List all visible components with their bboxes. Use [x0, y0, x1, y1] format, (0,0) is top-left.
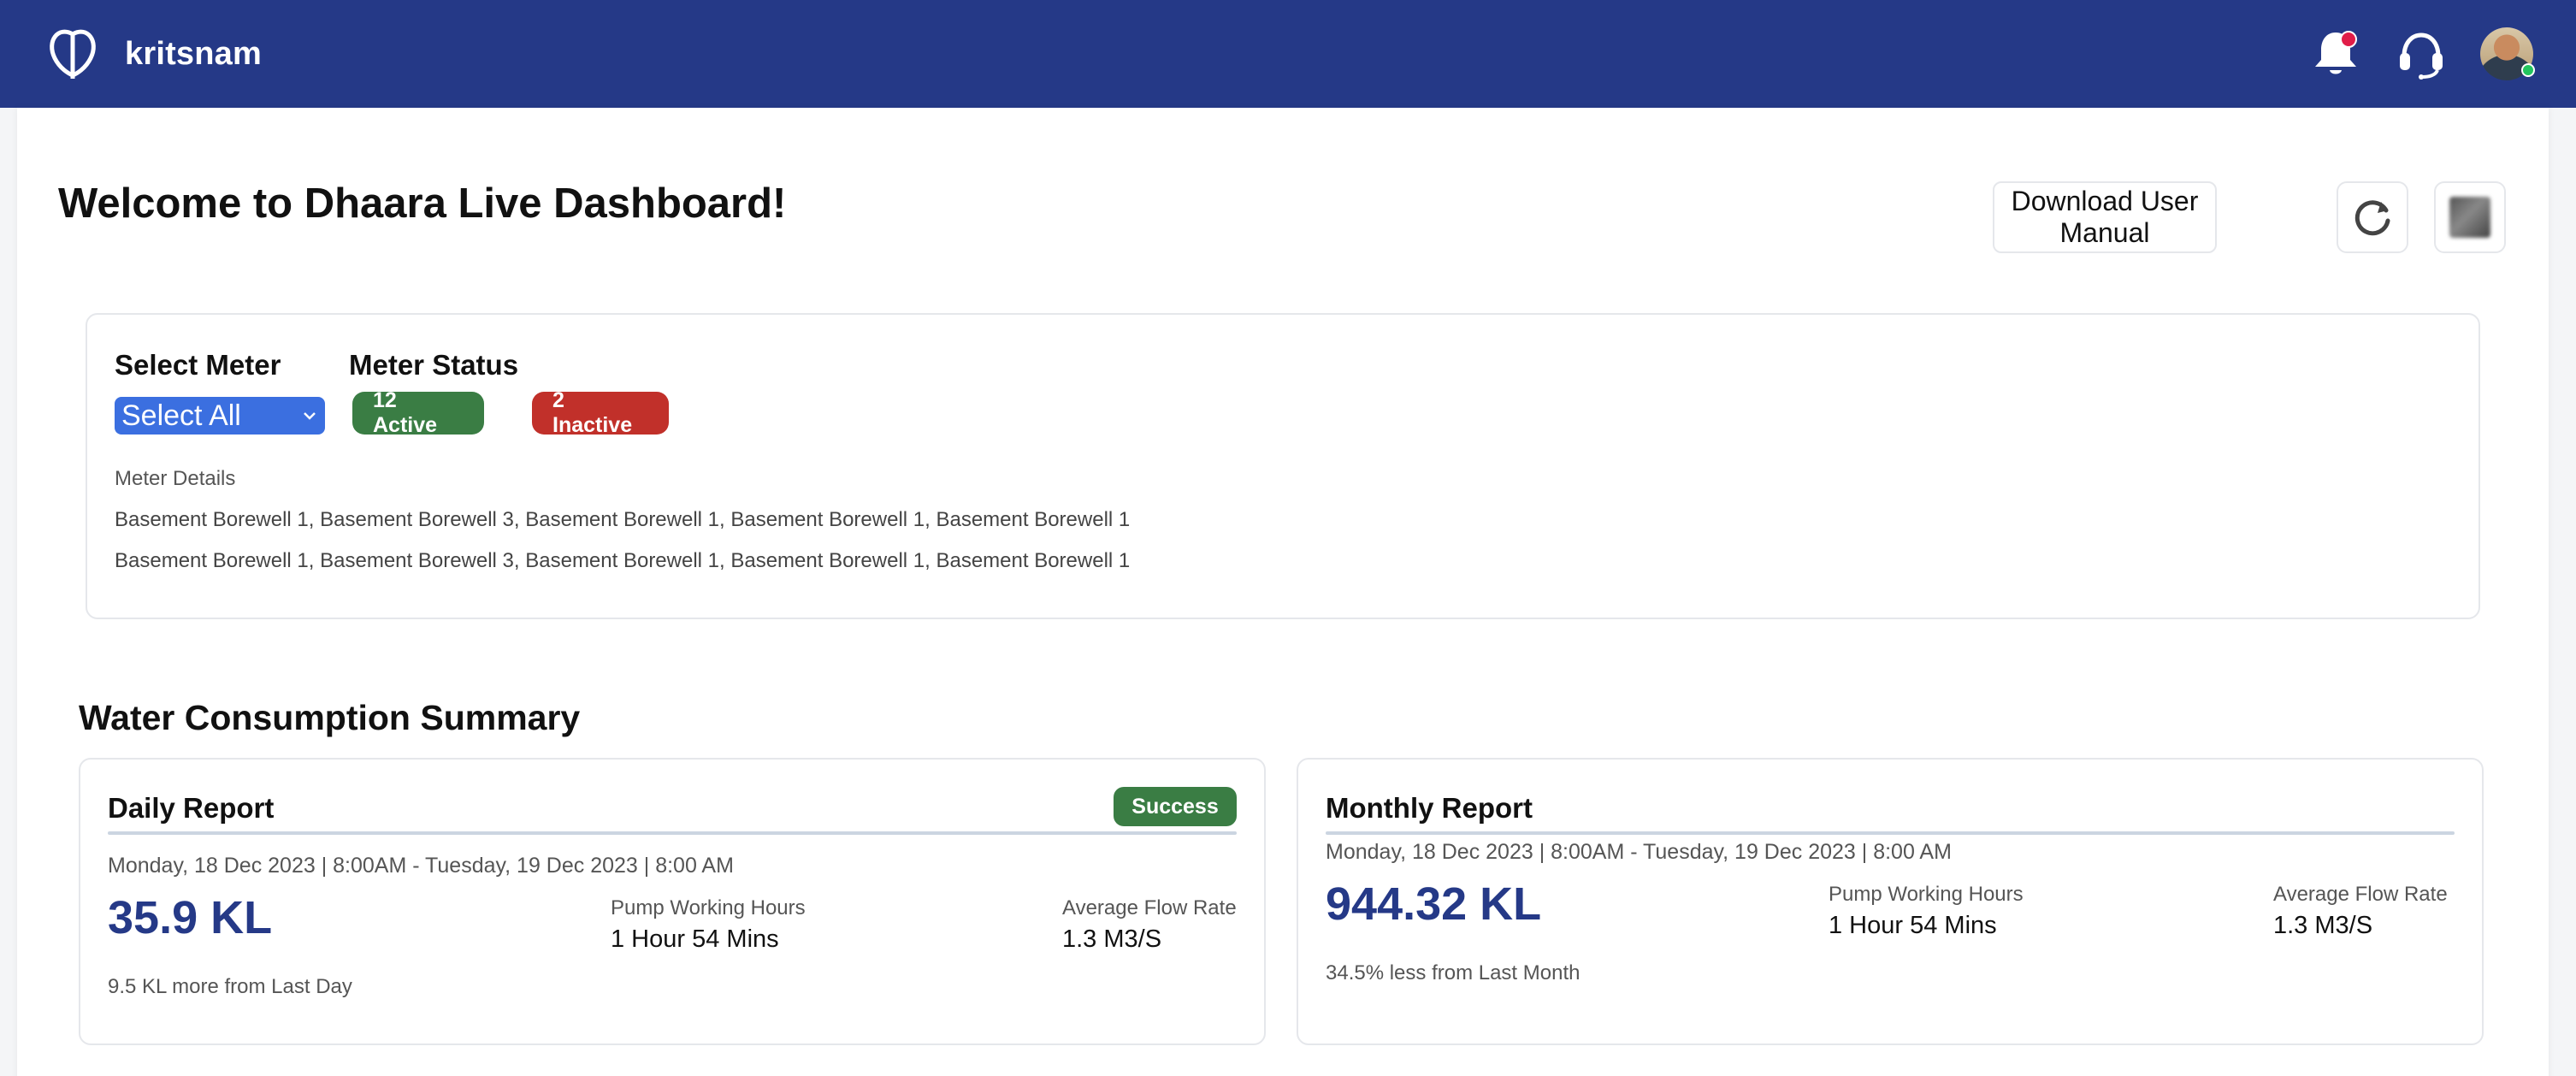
refresh-icon [2354, 200, 2390, 236]
daily-report-title: Daily Report [108, 792, 275, 824]
support-button[interactable] [2395, 27, 2448, 80]
average-flow-rate-label: Average Flow Rate [2273, 883, 2448, 906]
monthly-report-date: Monday, 18 Dec 2023 | 8:00AM - Tuesday, … [1326, 840, 1952, 864]
active-meters-badge[interactable]: 12 Active [352, 388, 484, 437]
meter-select-dropdown[interactable]: Select All [115, 397, 325, 435]
pump-working-hours-value: 1 Hour 54 Mins [611, 925, 779, 953]
brand[interactable]: kritsnam [43, 24, 262, 84]
select-meter-label: Select Meter [115, 349, 281, 381]
avatar[interactable] [2480, 27, 2535, 80]
top-actions [2309, 27, 2535, 80]
pump-working-hours-label: Pump Working Hours [611, 896, 806, 919]
daily-comparison-note: 9.5 KL more from Last Day [108, 975, 352, 998]
download-user-manual-button[interactable]: Download User Manual [1993, 181, 2217, 253]
meter-select-value: Select All [121, 399, 241, 432]
headset-support-icon [2400, 33, 2443, 80]
daily-consumption-value: 35.9 KL [108, 892, 273, 943]
average-flow-rate-value: 1.3 M3/S [2273, 912, 2373, 939]
monthly-consumption-value: 944.32 KL [1326, 878, 1542, 930]
daily-report-date: Monday, 18 Dec 2023 | 8:00AM - Tuesday, … [108, 854, 734, 878]
meter-details-line: Basement Borewell 1, Basement Borewell 3… [115, 508, 1131, 531]
brand-name: kritsnam [125, 35, 263, 72]
monthly-report-card: Monthly Report Monday, 18 Dec 2023 | 8:0… [1297, 758, 2484, 1045]
qr-code-icon [2449, 197, 2490, 238]
kritsnam-logo-icon [50, 29, 96, 79]
meter-details-label: Meter Details [115, 467, 236, 490]
water-consumption-summary-title: Water Consumption Summary [79, 698, 581, 737]
online-status-dot [2521, 63, 2535, 77]
top-bar: kritsnam [0, 0, 2576, 108]
notification-button[interactable] [2309, 27, 2362, 80]
meter-status-label: Meter Status [349, 349, 519, 381]
average-flow-rate-value: 1.3 M3/S [1062, 925, 1162, 953]
monthly-report-title: Monthly Report [1326, 792, 1533, 824]
average-flow-rate-label: Average Flow Rate [1062, 896, 1237, 919]
inactive-meters-badge[interactable]: 2 Inactive [532, 388, 669, 437]
daily-report-card: Daily Report Success Monday, 18 Dec 2023… [79, 758, 1266, 1045]
status-badge: Success [1114, 787, 1237, 826]
refresh-button[interactable] [2337, 181, 2408, 253]
qr-code-button[interactable] [2434, 181, 2506, 253]
notification-dot [2340, 31, 2357, 48]
chevron-down-icon [304, 412, 316, 420]
report-divider [1326, 831, 2455, 835]
page-title: Welcome to Dhaara Live Dashboard! [58, 180, 787, 227]
report-divider [108, 831, 1237, 835]
pump-working-hours-label: Pump Working Hours [1829, 883, 2024, 906]
pump-working-hours-value: 1 Hour 54 Mins [1829, 912, 1997, 939]
main-content: Welcome to Dhaara Live Dashboard! Downlo… [17, 108, 2549, 1076]
meter-details-line: Basement Borewell 1, Basement Borewell 3… [115, 549, 1131, 572]
monthly-comparison-note: 34.5% less from Last Month [1326, 961, 1580, 984]
meter-panel: Select Meter Meter Status Select All 12 … [86, 313, 2480, 619]
